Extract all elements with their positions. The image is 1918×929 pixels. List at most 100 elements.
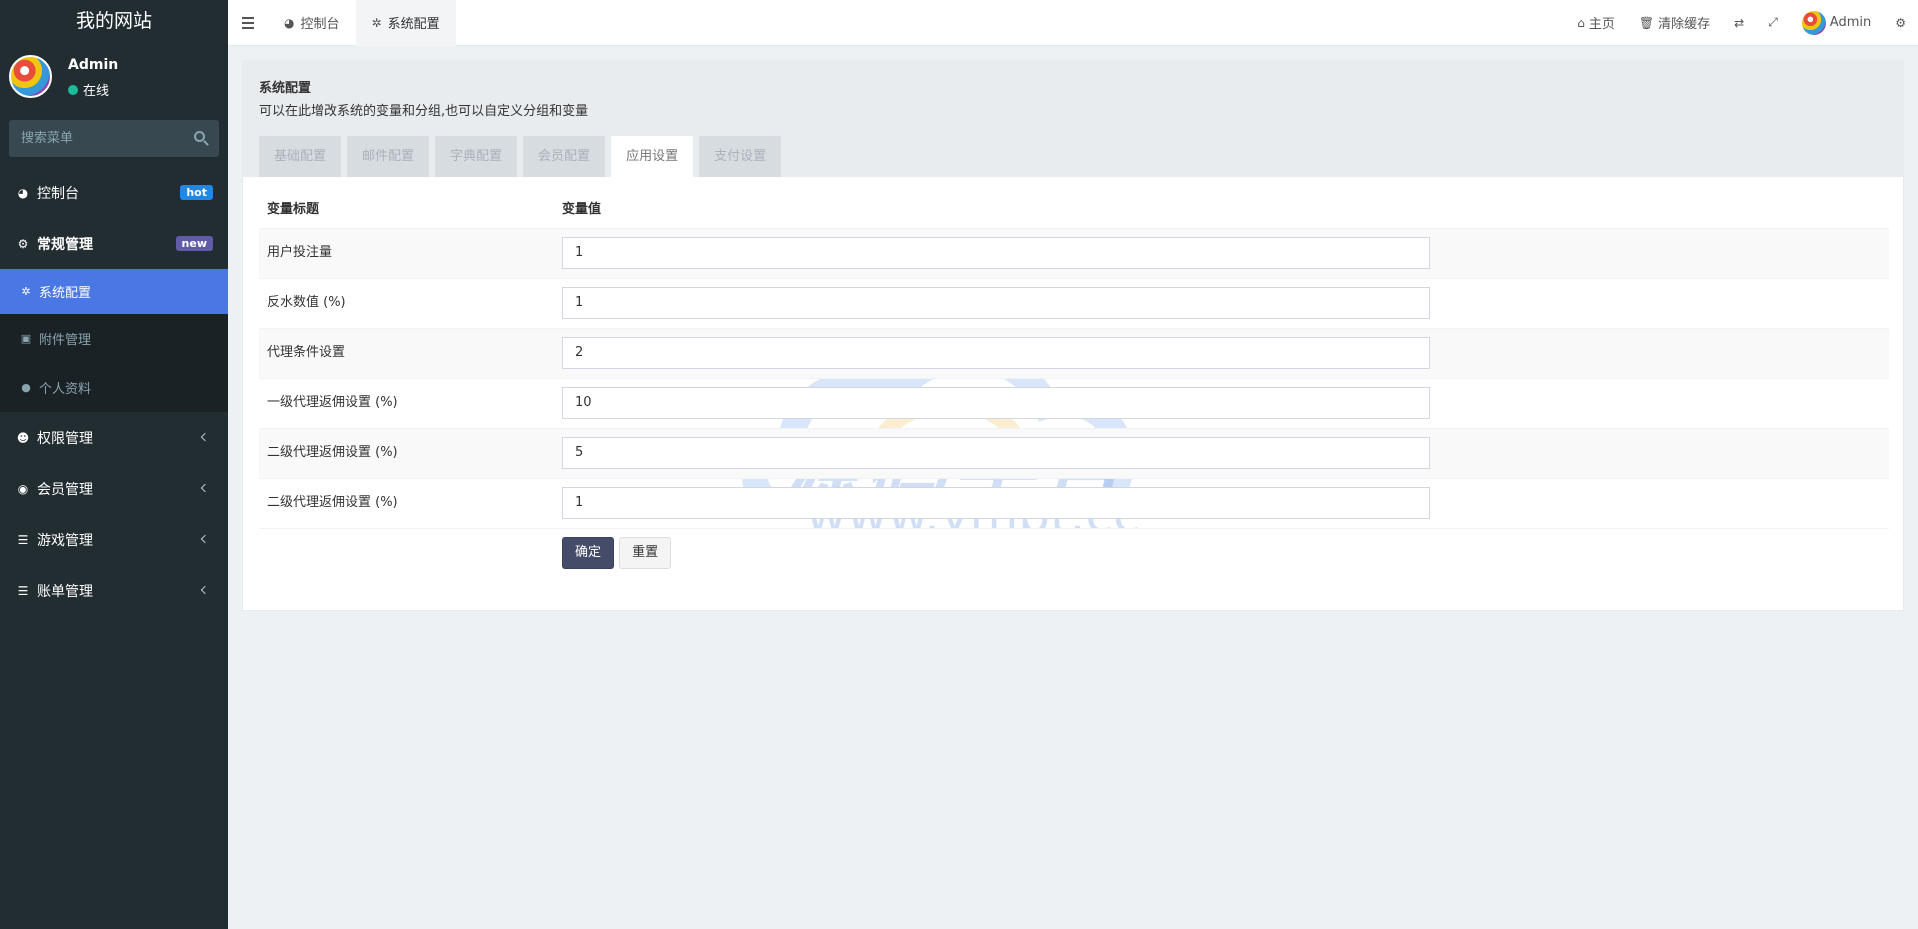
sidebar-item-label: 个人资料 [39, 382, 92, 397]
online-dot-icon [68, 84, 78, 95]
row-label: 二级代理返佣设置 (%) [259, 427, 554, 478]
actions-cell: 确定 重置 [554, 527, 1889, 588]
navbar-right: ⌂ 主页 🗑 清除缓存 ⇄ ⤢ Admin ⚙ [1565, 0, 1918, 46]
sidebar-item-attachments[interactable]: ▣ 附件管理 [0, 314, 228, 363]
table-row: 用户投注量 [259, 227, 1889, 278]
row-value-cell [554, 327, 1889, 378]
sidebar-menu: ◕ 控制台 hot ⚙ 常规管理 new ✲ 系统配置 ▣ 附件管理 ● 个人资… [0, 167, 228, 616]
top-navbar: ◕ 控制台 ✲ 系统配置 ⌂ 主页 🗑 清除缓存 ⇄ ⤢ Admin ⚙ [228, 0, 1918, 46]
row-label: 反水数值 (%) [259, 277, 554, 328]
image-file-icon: ▣ [20, 332, 32, 345]
submit-button[interactable]: 确定 [562, 536, 615, 569]
menu-search-input[interactable] [9, 120, 219, 157]
user-bet-amount-input[interactable] [562, 236, 1430, 269]
sidebar-item-bills[interactable]: ☰ 账单管理 [0, 565, 228, 616]
sidebar-item-members[interactable]: ◉ 会员管理 [0, 463, 228, 514]
chevron-left-icon [200, 483, 210, 493]
user-icon: ● [21, 381, 31, 394]
row-label: 用户投注量 [259, 227, 554, 278]
form-actions-row: 确定 重置 [259, 527, 1889, 588]
chevron-left-icon [200, 585, 210, 595]
cogs-icon: ⚙ [1895, 15, 1906, 30]
sidebar: 我的网站 Admin 在线 ◕ 控制台 hot ⚙ 常规管理 new ✲ 系统配… [0, 0, 228, 929]
clear-cache-button[interactable]: 🗑 清除缓存 [1627, 0, 1722, 46]
fullscreen-button[interactable]: ⤢ [1756, 0, 1790, 46]
tab-app-settings[interactable]: 应用设置 [611, 136, 694, 177]
tab-basic-config[interactable]: 基础配置 [259, 136, 342, 177]
sidebar-item-label: 常规管理 [37, 236, 93, 253]
row-value-cell [554, 377, 1889, 428]
level2-commission-input[interactable] [562, 436, 1430, 469]
tab-member-config[interactable]: 会员配置 [523, 136, 606, 177]
sidebar-item-games[interactable]: ☰ 游戏管理 [0, 514, 228, 565]
row-value-cell [554, 477, 1889, 528]
user-circle-icon: ◉ [17, 481, 29, 496]
home-label: 主页 [1588, 17, 1615, 32]
translate-icon: ⇄ [1734, 15, 1745, 30]
sidebar-item-permissions[interactable]: ☻ 权限管理 [0, 412, 228, 463]
trash-icon: 🗑 [1638, 15, 1655, 30]
settings-button[interactable]: ⚙ [1883, 0, 1918, 46]
sidebar-item-dashboard[interactable]: ◕ 控制台 hot [0, 167, 228, 218]
user-menu[interactable]: Admin [1790, 0, 1883, 46]
cogs-icon: ⚙ [17, 236, 29, 251]
tab-dictionary-config[interactable]: 字典配置 [435, 136, 518, 177]
sidebar-item-label: 游戏管理 [37, 532, 93, 549]
page-title: 系统配置 [259, 81, 312, 96]
level2-commission-input-2[interactable] [562, 486, 1430, 519]
table-header-row: 变量标题 变量值 [259, 177, 1889, 228]
agent-condition-input[interactable] [562, 336, 1430, 369]
row-label: 一级代理返佣设置 (%) [259, 377, 554, 428]
home-link[interactable]: ⌂ 主页 [1565, 0, 1627, 46]
chevron-left-icon [200, 534, 210, 544]
chevron-left-icon [200, 432, 210, 442]
user-panel: Admin 在线 [0, 43, 228, 115]
column-header-title: 变量标题 [267, 201, 320, 217]
reset-button[interactable]: 重置 [619, 536, 672, 569]
sidebar-item-label: 系统配置 [39, 286, 92, 301]
user-status-label: 在线 [83, 84, 110, 99]
sidebar-item-label: 附件管理 [39, 333, 92, 348]
home-icon: ⌂ [1577, 15, 1585, 30]
group-icon: ☻ [16, 430, 30, 445]
sidebar-item-general[interactable]: ⚙ 常规管理 new [0, 218, 228, 269]
config-tabs: 基础配置 邮件配置 字典配置 会员配置 应用设置 支付设置 [259, 136, 782, 177]
tab-payment-settings[interactable]: 支付设置 [699, 136, 782, 177]
menu-search [9, 120, 219, 157]
user-menu-label: Admin [1829, 15, 1872, 30]
tab-mail-config[interactable]: 邮件配置 [347, 136, 430, 177]
sidebar-item-label: 账单管理 [37, 583, 93, 600]
tab-system-config[interactable]: ✲ 系统配置 [355, 0, 456, 46]
row-value-cell [554, 227, 1889, 278]
list-icon: ☰ [17, 583, 29, 598]
sidebar-toggle-icon[interactable] [228, 0, 268, 46]
config-table: 变量标题 变量值 用户投注量 反水数值 (%) 代理条件设置 一级代理返佣设置 … [259, 177, 1889, 588]
level1-commission-input[interactable] [562, 386, 1430, 419]
row-value-cell [554, 277, 1889, 328]
page-description: 可以在此增改系统的变量和分组,也可以自定义分组和变量 [259, 104, 589, 119]
tab-label: 控制台 [300, 17, 340, 32]
actions-spacer [259, 527, 554, 588]
clear-cache-label: 清除缓存 [1658, 17, 1711, 32]
rebate-value-input[interactable] [562, 286, 1430, 319]
sidebar-item-system-config[interactable]: ✲ 系统配置 [0, 269, 228, 314]
table-row: 反水数值 (%) [259, 277, 1889, 328]
config-panel: 系统配置 可以在此增改系统的变量和分组,也可以自定义分组和变量 基础配置 邮件配… [242, 60, 1904, 611]
site-logo[interactable]: 我的网站 [0, 0, 228, 43]
tab-dashboard[interactable]: ◕ 控制台 [268, 0, 356, 46]
sidebar-item-label: 控制台 [37, 185, 79, 202]
list-icon: ☰ [17, 532, 29, 547]
user-name: Admin [68, 57, 119, 73]
fullscreen-icon: ⤢ [1768, 15, 1778, 29]
tab-label: 系统配置 [387, 17, 440, 32]
sidebar-item-label: 权限管理 [37, 430, 93, 447]
user-status: 在线 [68, 80, 109, 99]
search-icon[interactable] [194, 131, 205, 142]
dashboard-icon: ◕ [284, 15, 295, 30]
table-row: 代理条件设置 [259, 327, 1889, 378]
sidebar-item-profile[interactable]: ● 个人资料 [0, 363, 228, 412]
table-row: 一级代理返佣设置 (%) [259, 377, 1889, 428]
sidebar-item-label: 会员管理 [37, 481, 93, 498]
new-badge: new [175, 236, 213, 251]
translate-button[interactable]: ⇄ [1722, 0, 1756, 46]
